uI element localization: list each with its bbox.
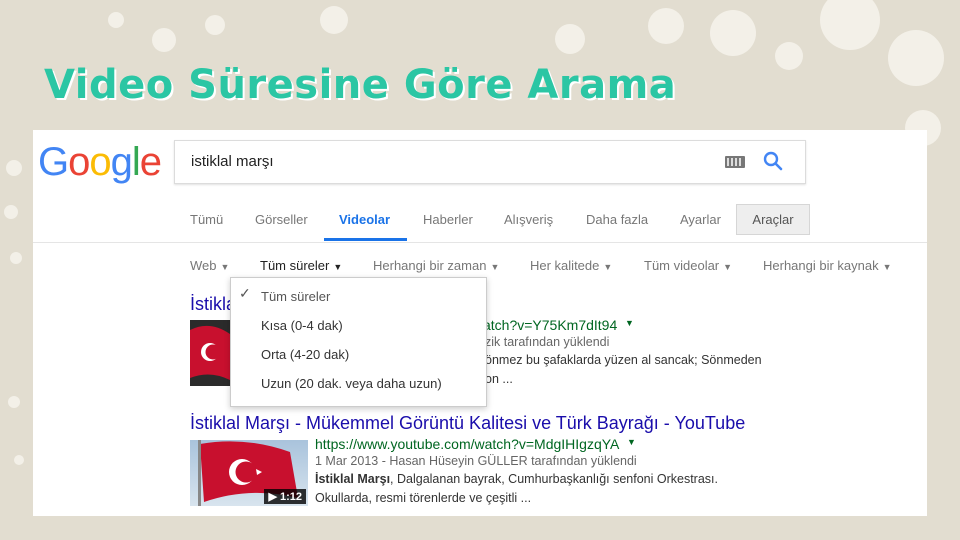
filter-web[interactable]: Web ▼ [190,258,229,273]
filter-label: Tüm süreler [260,258,330,273]
filter-label: Web [190,258,217,273]
tab-images[interactable]: Görseller [255,212,308,227]
caret-down-icon: ▼ [490,262,500,272]
duration-dropdown-menu: ✓ Tüm süreler Kısa (0-4 dak) Orta (4-20 … [230,277,487,407]
background-dot [888,30,944,86]
result-snippet: Okullarda, resmi törenlerde ve çeşitli .… [315,491,532,505]
video-thumbnail[interactable]: ▶ 1:12 [190,440,308,506]
video-duration-badge: ▶ 1:12 [264,489,306,504]
flag-image [190,320,230,386]
caret-down-icon[interactable]: ▼ [625,318,634,328]
snippet-text: , Dalgalanan bayrak, Cumhurbaşkanlığı se… [390,472,718,486]
filter-label: Herhangi bir zaman [373,258,487,273]
tab-videos[interactable]: Videolar [339,212,390,227]
logo-letter: o [89,140,111,184]
result-snippet: on ... [485,372,513,386]
tab-more[interactable]: Daha fazla [586,212,648,227]
menu-item-all-durations[interactable]: Tüm süreler [261,289,330,304]
logo-letter: g [110,140,133,184]
search-tabs: Tümü Görseller Videolar Haberler Alışver… [190,202,927,242]
google-screenshot: Google istiklal marşı Tümü Görseller Vid… [33,130,927,516]
logo-letter: o [68,140,90,184]
filter-label: Tüm videolar [644,258,720,273]
active-tab-indicator [324,238,407,241]
result-snippet: İstiklal Marşı, Dalgalanan bayrak, Cumhu… [315,472,718,486]
filter-time[interactable]: Herhangi bir zaman ▼ [373,258,499,273]
keyboard-icon[interactable] [725,156,745,168]
menu-item-medium[interactable]: Orta (4-20 dak) [261,347,349,362]
result-url[interactable]: https://www.youtube.com/watch?v=MdgIHIgz… [315,436,619,452]
search-box[interactable]: istiklal marşı [174,140,806,184]
filter-videos[interactable]: Tüm videolar ▼ [644,258,732,273]
background-dot [648,8,684,44]
tab-all[interactable]: Tümü [190,212,223,227]
background-dot [8,396,20,408]
checkmark-icon: ✓ [239,285,251,301]
background-dot [205,15,225,35]
filter-label: Her kalitede [530,258,600,273]
caret-down-icon: ▼ [723,262,733,272]
menu-item-short[interactable]: Kısa (0-4 dak) [261,318,343,333]
tab-shopping[interactable]: Alışveriş [504,212,553,227]
caret-down-icon: ▼ [882,262,892,272]
background-dot [108,12,124,28]
logo-letter: e [139,140,162,184]
caret-down-icon: ▼ [220,262,230,272]
result-url[interactable]: atch?v=Y75Km7dIt94 [483,317,617,333]
divider [33,242,927,243]
filter-duration[interactable]: Tüm süreler ▼ [260,258,342,273]
filter-source[interactable]: Herhangi bir kaynak ▼ [763,258,892,273]
slide-title: Video Süresine Göre Arama [44,62,677,108]
search-input[interactable]: istiklal marşı [191,153,274,170]
caret-down-icon: ▼ [333,262,343,272]
logo-letter: l [131,140,141,184]
tools-button[interactable]: Araçlar [736,204,810,235]
logo-letter: G [38,140,69,184]
background-dot [320,6,348,34]
background-dot [152,28,176,52]
tab-news[interactable]: Haberler [423,212,473,227]
background-dot [4,205,18,219]
menu-item-long[interactable]: Uzun (20 dak. veya daha uzun) [261,376,442,391]
snippet-highlight: İstiklal Marşı [315,472,391,486]
result-meta: zik tarafından yüklendi [485,335,610,349]
result-meta: 1 Mar 2013 - Hasan Hüseyin GÜLLER tarafı… [315,454,637,468]
background-dot [820,0,880,50]
result-snippet: önmez bu şafaklarda yüzen al sancak; Sön… [485,353,762,367]
video-thumbnail[interactable] [190,320,230,386]
background-dot [775,42,803,70]
google-logo[interactable]: Google [38,140,162,185]
background-dot [10,252,22,264]
tab-settings[interactable]: Ayarlar [680,212,721,227]
background-dot [555,24,585,54]
filter-label: Herhangi bir kaynak [763,258,879,273]
search-icon[interactable] [763,151,783,171]
filter-quality[interactable]: Her kalitede ▼ [530,258,612,273]
background-dot [6,160,22,176]
result-title[interactable]: İstiklal Marşı - Mükemmel Görüntü Kalite… [190,413,745,434]
background-dot [14,455,24,465]
caret-down-icon: ▼ [603,262,613,272]
background-dot [710,10,756,56]
caret-down-icon[interactable]: ▼ [627,437,636,447]
